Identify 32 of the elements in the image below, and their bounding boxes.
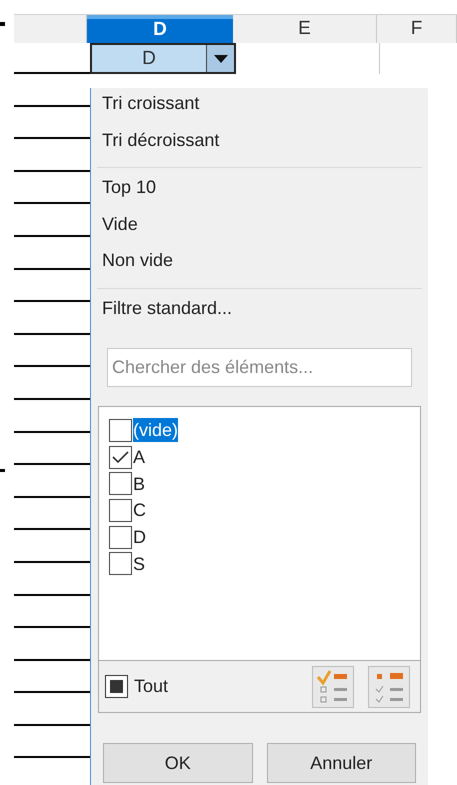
list-item[interactable]: B [133,472,146,496]
menu-item[interactable]: Tri décroissant [91,126,428,162]
list-item[interactable]: (vide) [133,418,178,442]
dropdown-button[interactable] [206,45,234,72]
menu-item[interactable]: Tri croissant [91,89,428,126]
filter-cell[interactable]: D [90,43,236,74]
checkbox[interactable] [109,526,132,549]
dialog-button[interactable]: Annuler [266,743,416,783]
menu-item[interactable]: Top 10 [91,173,428,210]
dialog-button[interactable]: OK [103,743,252,783]
column-header[interactable]: D [87,15,233,43]
checkbox[interactable] [109,418,132,442]
checkbox[interactable] [109,446,132,469]
caret-icon [214,54,228,62]
menu-item[interactable]: Filtre standard... [91,294,428,330]
checkbox[interactable] [109,498,132,522]
list-item[interactable]: S [133,552,146,576]
checklist-icon [316,668,350,704]
column-header[interactable]: F [377,15,457,43]
list-item[interactable]: D [133,525,146,550]
uncheck-all-button[interactable] [368,666,410,708]
cell-text: D [141,47,157,71]
menu-item[interactable]: Vide [91,210,428,246]
menu-item[interactable]: Non vide [91,246,428,282]
checkbox[interactable] [109,552,132,576]
tristate-checkbox[interactable] [105,675,128,698]
check-all-button[interactable] [312,666,354,708]
checkbox[interactable] [109,472,132,496]
list-item[interactable]: A [133,445,146,470]
search-field[interactable]: Chercher des éléments... [107,348,412,387]
list-item[interactable]: C [133,498,146,522]
checkbox-label: Tout [134,675,168,698]
